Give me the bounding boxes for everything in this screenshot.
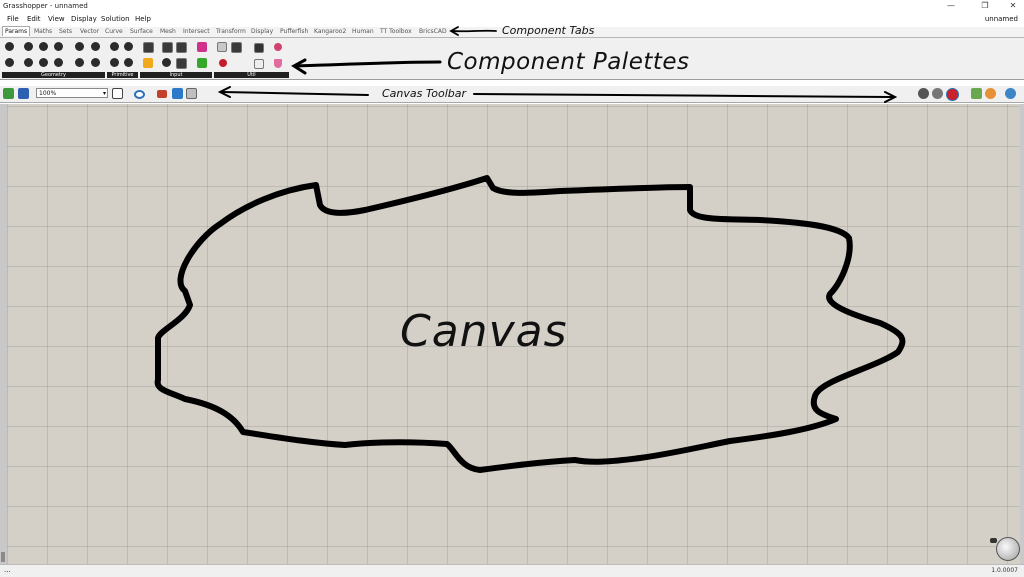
annotation-component-tabs: Component Tabs [502, 24, 595, 37]
point-param-icon[interactable] [5, 42, 14, 51]
palette-label-input[interactable]: Input [140, 72, 212, 78]
zoom-extents-icon[interactable] [112, 88, 123, 99]
color-swatch-icon[interactable] [197, 58, 207, 68]
text-param-icon[interactable] [124, 58, 133, 67]
integer-param-icon[interactable] [124, 42, 133, 51]
menu-edit[interactable]: Edit [27, 15, 41, 23]
slider-icon[interactable] [143, 42, 154, 53]
cluster-icon[interactable] [274, 43, 282, 51]
annotation-canvas-toolbar: Canvas Toolbar [382, 87, 466, 100]
value-list-icon[interactable] [162, 42, 173, 53]
tab-curve[interactable]: Curve [105, 28, 123, 35]
tab-kangaroo2[interactable]: Kangaroo2 [314, 28, 346, 35]
canvas-toolbar: 100% ▾ [0, 86, 1024, 103]
navigation-dial-icon[interactable] [996, 537, 1020, 561]
minimize-button[interactable]: — [940, 0, 962, 13]
tab-maths[interactable]: Maths [34, 28, 52, 35]
status-bar: ... 1.0.0007 [0, 564, 1024, 577]
title-bar: Grasshopper - unnamed — ❐ ✕ [0, 0, 1024, 13]
rectangle-param-icon[interactable] [39, 58, 48, 67]
palette-geometry: Geometry [2, 40, 105, 78]
group-icon[interactable] [172, 88, 183, 99]
tab-transform[interactable]: Transform [216, 28, 246, 35]
chevron-down-icon: ▾ [102, 90, 106, 97]
palette-label-primitive[interactable]: Primitive [107, 72, 138, 78]
palette-input: Input [140, 40, 212, 78]
annotation-component-palettes: Component Palettes [447, 49, 690, 75]
menu-solution[interactable]: Solution [101, 15, 130, 23]
tab-surface[interactable]: Surface [130, 28, 153, 35]
tab-bricscad[interactable]: BricsCAD [419, 28, 447, 35]
open-file-icon[interactable] [3, 88, 14, 99]
tab-tt-toolbox[interactable]: TT Toolbox [380, 28, 412, 35]
box-param-icon[interactable] [54, 58, 63, 67]
sketch-icon[interactable] [157, 90, 167, 98]
toggle-icon[interactable] [176, 58, 187, 69]
data-dam-icon[interactable] [231, 42, 242, 53]
menu-help[interactable]: Help [135, 15, 151, 23]
preview-shaded-icon[interactable] [946, 88, 959, 101]
tab-pufferfish[interactable]: Pufferfish [280, 28, 308, 35]
scroll-knob[interactable] [1, 552, 5, 562]
tab-display[interactable]: Display [251, 28, 273, 35]
canvas-right-edge [1020, 104, 1024, 564]
tab-params[interactable]: Params [2, 26, 31, 36]
document-name: unnamed [984, 15, 1018, 23]
jump-icon[interactable] [217, 42, 227, 52]
menu-display[interactable]: Display [71, 15, 97, 23]
save-icon[interactable] [18, 88, 29, 99]
tab-vector[interactable]: Vector [80, 28, 99, 35]
zoom-value: 100% [39, 90, 57, 97]
brep-param-icon[interactable] [91, 42, 100, 51]
palette-util: Util [214, 40, 289, 78]
canvas-annotation-label: Canvas [400, 306, 568, 357]
tab-mesh[interactable]: Mesh [160, 28, 176, 35]
button-icon[interactable] [162, 58, 171, 67]
cluster-tool-icon[interactable] [186, 88, 197, 99]
window-title: Grasshopper - unnamed [3, 2, 88, 10]
boolean-param-icon[interactable] [110, 42, 119, 51]
tab-intersect[interactable]: Intersect [183, 28, 210, 35]
mesh-param-icon[interactable] [75, 58, 84, 67]
version-label: 1.0.0007 [991, 567, 1018, 574]
globe-icon[interactable] [1005, 88, 1016, 99]
arrow-outline-icon[interactable] [254, 59, 264, 69]
preview-wire-icon[interactable] [932, 88, 943, 99]
circle-param-icon[interactable] [24, 42, 33, 51]
arrow-right-icon[interactable] [254, 43, 264, 53]
flask-icon[interactable] [274, 59, 282, 68]
gradient-icon[interactable] [197, 42, 207, 52]
number-param-icon[interactable] [110, 58, 119, 67]
preview-off-icon[interactable] [918, 88, 929, 99]
eye-icon[interactable] [134, 90, 145, 99]
cherry-picker-icon[interactable] [219, 59, 227, 67]
surface-param-icon[interactable] [75, 42, 84, 51]
palette-label-geometry[interactable]: Geometry [2, 72, 105, 78]
preview-color-icon[interactable] [985, 88, 996, 99]
preview-selected-icon[interactable] [971, 88, 982, 99]
tab-human[interactable]: Human [352, 28, 374, 35]
zoom-dropdown[interactable]: 100% ▾ [36, 88, 108, 98]
close-button[interactable]: ✕ [1002, 0, 1024, 13]
panel-icon[interactable] [143, 58, 153, 68]
plane-param-icon[interactable] [5, 58, 14, 67]
line-param-icon[interactable] [24, 58, 33, 67]
palette-primitive: Primitive [107, 40, 138, 78]
curve-param-icon[interactable] [54, 42, 63, 51]
status-text: ... [4, 566, 11, 574]
geometry-param-icon[interactable] [91, 58, 100, 67]
menu-file[interactable]: File [7, 15, 19, 23]
graph-mapper-icon[interactable] [176, 42, 187, 53]
palette-label-util[interactable]: Util [214, 72, 289, 78]
menu-view[interactable]: View [48, 15, 65, 23]
arc-param-icon[interactable] [39, 42, 48, 51]
tab-sets[interactable]: Sets [59, 28, 72, 35]
restore-button[interactable]: ❐ [974, 0, 996, 13]
navigation-mini-icon[interactable] [990, 538, 997, 543]
